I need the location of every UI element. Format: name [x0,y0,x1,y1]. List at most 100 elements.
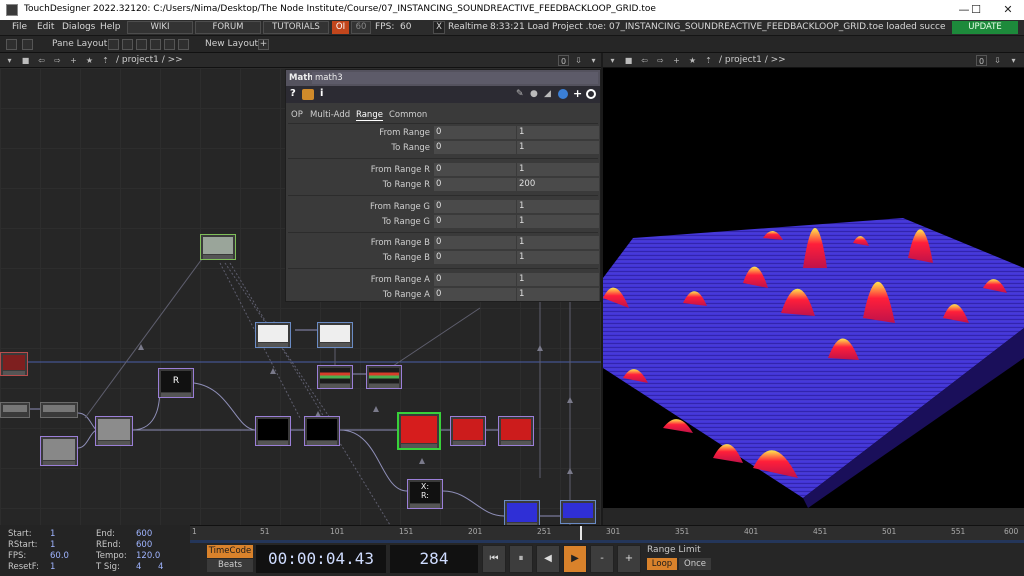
link-icon[interactable]: ⇡ [100,55,111,66]
tab-common[interactable]: Common [389,110,427,120]
fps-value[interactable]: 60.0 [50,551,69,561]
param-field-2[interactable]: 1 [517,141,599,154]
param-field-2[interactable]: 1 [517,273,599,286]
param-field-1[interactable]: 0 [434,163,516,176]
viewer-path[interactable]: / project1 / >> [719,55,786,65]
pane-menu-icon[interactable]: ▾ [4,55,15,66]
rstart-value[interactable]: 1 [50,540,55,550]
node-black-a[interactable] [255,416,291,446]
rend-value[interactable]: 600 [136,540,152,550]
new-layout-label[interactable]: New Layout [205,39,258,49]
node-red-a[interactable] [450,416,486,446]
help-icon[interactable]: ? [290,88,296,99]
menu-dialogs[interactable]: Dialogs [62,22,95,32]
edit-icon[interactable]: ✎ [516,89,524,99]
param-field-2[interactable]: 1 [517,126,599,139]
node-math-b[interactable] [95,416,133,446]
layout-split-h-icon[interactable] [122,39,133,50]
viewer-bookmark-icon[interactable]: ★ [687,55,698,66]
add-layout-button[interactable]: + [258,39,269,50]
forum-button[interactable]: FORUM [195,21,261,34]
param-field-1[interactable]: 0 [434,273,516,286]
node-black-b[interactable] [304,416,340,446]
timeline-ruler[interactable]: 1 51 101 151 201 251 301 351 401 451 501… [190,525,1024,540]
pane-close-icon[interactable]: ▾ [588,55,599,66]
python-icon[interactable] [558,89,568,99]
tab-op[interactable]: OP [291,110,303,120]
beats-toggle[interactable]: Beats [207,559,253,572]
node-chop-meter-a[interactable] [317,365,353,389]
param-field-1[interactable]: 0 [434,200,516,213]
param-field-1[interactable]: 0 [434,251,516,264]
realtime-checkbox[interactable]: X [433,21,445,34]
step-back-button[interactable]: - [590,545,614,573]
node-math3-selected[interactable] [397,412,441,450]
viewer-zero[interactable]: 0 [976,55,987,66]
time-display[interactable]: 00:00:04.43 [256,545,386,573]
playhead[interactable] [580,526,582,540]
layout-three-icon[interactable] [150,39,161,50]
bookmark-icon[interactable]: ★ [84,55,95,66]
download-icon[interactable]: ⇩ [573,55,584,66]
node-top-white-b[interactable] [317,322,353,348]
tab-multi-add[interactable]: Multi-Add [310,110,350,120]
comment-icon[interactable]: ● [530,89,538,99]
viewer-add-icon[interactable]: + [671,55,682,66]
add-param-icon[interactable]: + [573,87,582,100]
node-blue-a[interactable] [504,500,540,525]
node-audio[interactable] [0,352,28,376]
update-button[interactable]: UPDATE [952,21,1018,34]
tsig-b-value[interactable]: 4 [158,562,163,572]
clear-icon[interactable]: ◢ [544,89,551,99]
close-button[interactable]: ✕ [992,0,1024,20]
back-icon[interactable]: ⇦ [36,55,47,66]
param-field-2[interactable]: 200 [517,178,599,191]
play-backward-button[interactable]: ◀ [536,545,560,573]
viewer-forward-icon[interactable]: ⇨ [655,55,666,66]
viewer-download-icon[interactable]: ⇩ [992,55,1003,66]
layout-single-icon[interactable] [108,39,119,50]
param-field-2[interactable]: 1 [517,215,599,228]
menu-help[interactable]: Help [100,22,121,32]
layout-split-v-icon[interactable] [136,39,147,50]
play-forward-button[interactable]: ▶ [563,545,587,573]
param-field-1[interactable]: 0 [434,288,516,301]
node-chop-meter-b[interactable] [366,365,402,389]
param-field-1[interactable]: 0 [434,236,516,249]
target-icon[interactable] [586,89,596,99]
node-top-white-a[interactable] [255,322,291,348]
once-button[interactable]: Once [679,558,711,570]
network-path[interactable]: / project1 / >> [116,55,183,65]
op-name-field[interactable]: math3 [312,72,598,84]
frame-display[interactable]: 284 [390,545,478,573]
param-field-2[interactable]: 1 [517,163,599,176]
info-icon[interactable]: i [320,88,323,99]
node-math-a[interactable] [40,436,78,466]
add-icon[interactable]: + [68,55,79,66]
viewer-link-icon[interactable]: ⇡ [703,55,714,66]
tsig-a-value[interactable]: 4 [136,562,141,572]
param-field-1[interactable]: 0 [434,141,516,154]
menu-edit[interactable]: Edit [37,22,54,32]
menu-file[interactable]: File [12,22,27,32]
pane-icon[interactable] [6,39,17,50]
oi-badge[interactable]: OI [332,21,349,34]
render-viewer[interactable] [603,68,1024,508]
node-chop-b[interactable] [40,402,78,418]
fps-target[interactable]: 60 [351,21,371,34]
node-red-b[interactable] [498,416,534,446]
start-value[interactable]: 1 [50,529,55,539]
viewer-menu-icon[interactable]: ▾ [607,55,618,66]
param-field-1[interactable]: 0 [434,126,516,139]
tempo-value[interactable]: 120.0 [136,551,160,561]
layout-grid-icon[interactable] [178,39,189,50]
param-field-1[interactable]: 0 [434,178,516,191]
go-to-start-button[interactable]: ⏮ [482,545,506,573]
network-zero[interactable]: 0 [558,55,569,66]
param-field-1[interactable]: 0 [434,215,516,228]
param-field-2[interactable]: 1 [517,236,599,249]
stop-icon[interactable]: ■ [20,55,31,66]
tab-range[interactable]: Range [356,110,383,121]
maximize-button[interactable]: ☐ [960,0,992,20]
wiki-button[interactable]: WIKI [127,21,193,34]
